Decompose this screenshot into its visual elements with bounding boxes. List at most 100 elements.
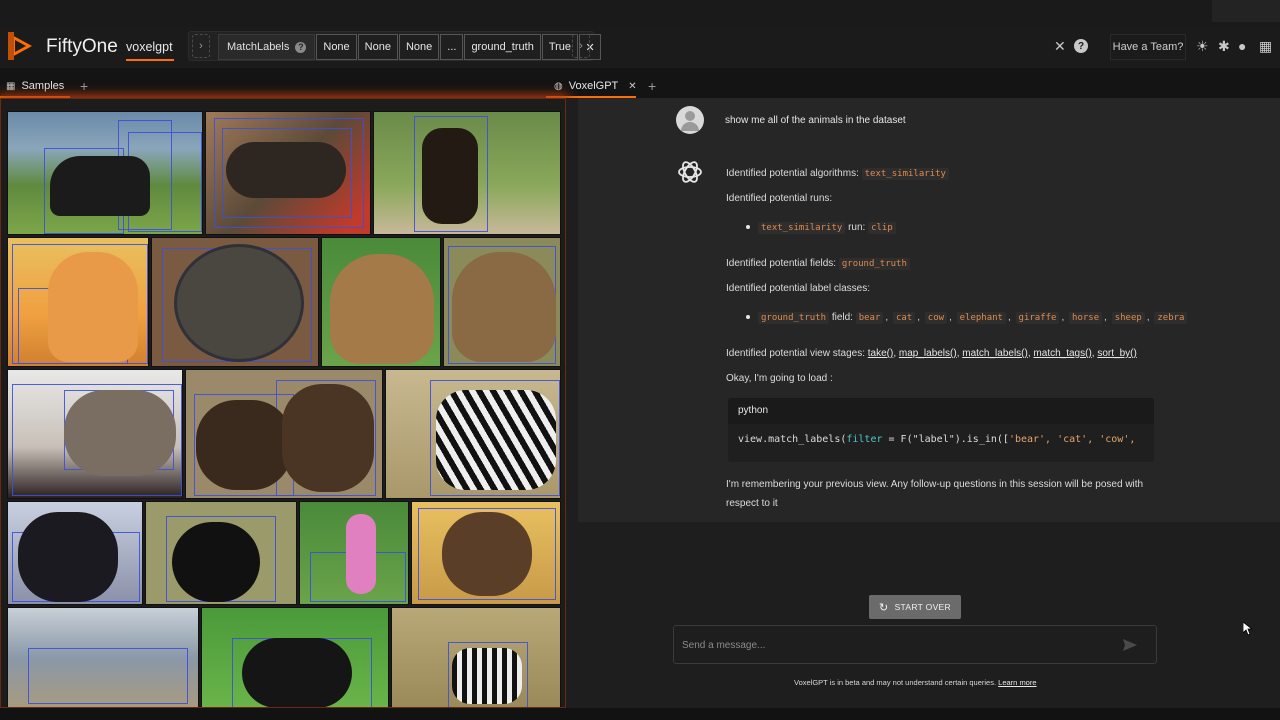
beta-disclaimer: VoxelGPT is in beta and may not understa… [794,678,1037,687]
stage-param-1[interactable]: None [316,34,357,60]
docs-icon[interactable]: ▦ [1259,38,1272,55]
sample-tile[interactable] [145,501,297,605]
view-bar-next-button[interactable]: › [572,34,590,58]
view-bar-prev-button[interactable]: › [192,34,210,58]
fields-label: Identified potential fields: [726,258,837,269]
child-shape [346,514,376,594]
tab-voxelgpt-label: VoxelGPT [568,80,619,92]
cat-shape [172,522,260,602]
classes-mid: field: [831,312,853,323]
sample-tile[interactable] [385,369,561,499]
bear-shape [330,254,434,364]
sample-tile[interactable] [205,111,371,235]
run-value: clip [868,222,896,234]
bullet-icon [746,225,750,229]
bottom-bar [0,708,1280,720]
zebra-shape [452,648,522,704]
send-icon[interactable] [1122,637,1138,653]
sample-tile[interactable] [391,607,561,707]
code-token: 'bear', 'cat', 'cow', [1008,434,1136,445]
sample-tile[interactable] [299,501,409,605]
learn-more-link[interactable]: Learn more [998,678,1036,687]
dataset-underline [126,59,174,61]
message-input-container[interactable] [673,625,1157,664]
brand-name: FiftyOne [46,36,118,57]
sample-tile[interactable] [443,237,561,367]
sample-tile[interactable] [7,369,183,499]
sample-tile[interactable] [151,237,319,367]
openai-icon [678,161,702,183]
code-token: filter [846,434,883,445]
start-over-button[interactable]: ↻ START OVER [869,595,961,619]
fiftyone-logo-icon[interactable] [6,30,36,62]
bullet-icon [746,315,750,319]
sample-grid[interactable] [0,98,566,708]
message-input[interactable] [682,636,1102,654]
stage-param-field[interactable]: ground_truth [464,34,541,60]
cat-shape [226,142,346,198]
disclaimer-text: VoxelGPT is in beta and may not understa… [794,678,997,687]
stage-link[interactable]: map_labels() [899,348,957,359]
bear-shape [282,384,374,492]
view-stage-label: MatchLabels [227,41,290,53]
github-icon[interactable]: ● [1238,38,1246,54]
code-block[interactable]: python view.match_labels(filter = F("lab… [728,398,1154,462]
stage-link[interactable]: take() [868,348,894,359]
remember-line-2: respect to it [726,498,778,509]
stage-link[interactable]: sort_by() [1097,348,1136,359]
remember-line-1: I'm remembering your previous view. Any … [726,479,1144,490]
class-chip: horse [1069,312,1103,324]
view-stage-match-labels[interactable]: MatchLabels ? None None None ... ground_… [218,34,602,60]
bear-shape [452,252,556,362]
add-tab-icon[interactable]: + [80,78,88,94]
tab-samples[interactable]: ▦ Samples [6,74,64,98]
stage-link[interactable]: match_labels() [962,348,1028,359]
stage-param-3[interactable]: None [398,34,440,60]
slack-icon[interactable]: ✱ [1218,38,1230,55]
cat-shape [442,512,532,596]
start-over-label: START OVER [894,602,951,612]
help-icon[interactable]: ? [295,41,307,53]
have-a-team-button[interactable]: Have a Team? [1110,34,1186,60]
sample-tile[interactable] [7,237,149,367]
sample-tile[interactable] [321,237,441,367]
tab-voxelgpt[interactable]: ◍ VoxelGPT ✕ [554,74,637,98]
code-body: view.match_labels(filter = F("label").is… [738,434,1135,445]
class-chip: zebra [1154,312,1188,324]
code-token: view.match_labels( [738,434,847,445]
help-circle-icon[interactable]: ? [1074,39,1088,53]
sample-tile[interactable] [7,607,199,707]
bounding-box [28,648,188,704]
grid-icon: ▦ [6,80,16,92]
view-stage-name[interactable]: MatchLabels ? [218,34,316,60]
stage-param-ellipsis[interactable]: ... [440,34,464,60]
voxelgpt-icon: ◍ [554,80,563,92]
user-avatar [676,106,704,134]
dataset-selector[interactable]: voxelgpt [126,40,173,54]
algorithms-value: text_similarity [861,168,949,180]
fields-value: ground_truth [838,258,910,270]
class-chip: elephant [956,312,1006,324]
sun-icon[interactable]: ☀ [1196,38,1209,55]
zebra-shape [436,390,556,490]
fields-line: Identified potential fields: ground_trut… [726,258,910,270]
clear-view-icon[interactable]: ✕ [1054,38,1066,55]
class-chip: giraffe [1015,312,1060,324]
sample-tile[interactable] [7,501,143,605]
run-key: text_similarity [758,222,846,234]
cat-shape [174,244,304,362]
chevron-right-icon: › [579,40,583,52]
bear-shape [196,400,292,490]
classes-line: ground_truth field: bear, cat, cow, elep… [758,312,1188,324]
sample-tile[interactable] [201,607,389,707]
chevron-right-icon: › [199,40,203,52]
sample-tile[interactable] [185,369,383,499]
stage-param-2[interactable]: None [357,34,398,60]
sample-tile[interactable] [7,111,203,235]
sample-tile[interactable] [411,501,561,605]
sample-tile[interactable] [373,111,561,235]
stage-link[interactable]: match_tags() [1033,348,1091,359]
cat-shape [64,390,176,476]
add-tab-icon[interactable]: + [648,78,656,94]
close-icon[interactable]: ✕ [628,81,636,92]
